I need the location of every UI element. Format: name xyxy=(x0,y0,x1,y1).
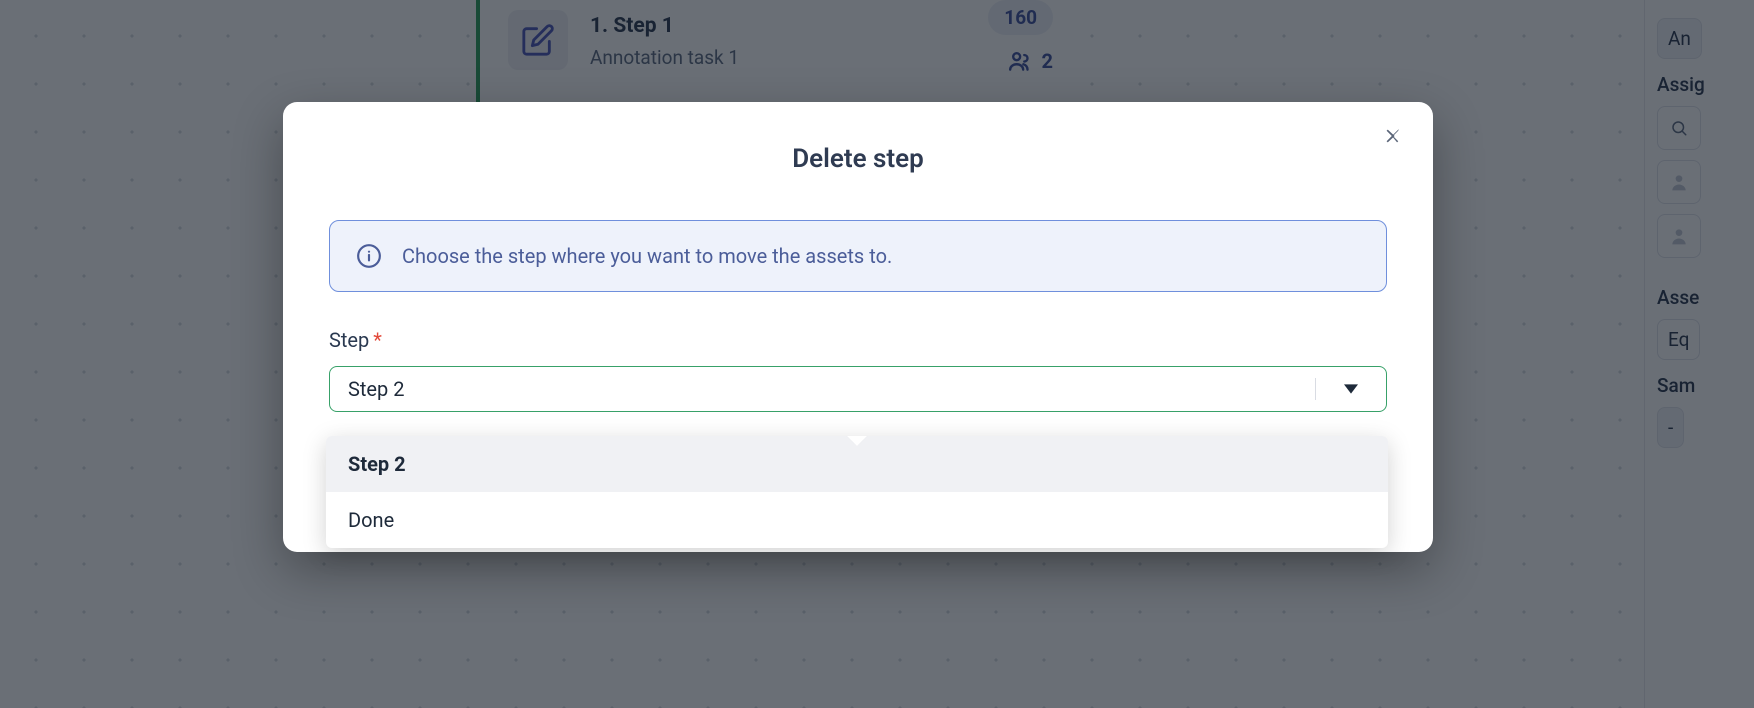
caret-down-icon xyxy=(1316,384,1386,394)
info-icon xyxy=(356,243,382,269)
close-button[interactable] xyxy=(1379,122,1407,150)
step-select[interactable]: Step 2 xyxy=(329,366,1387,412)
info-banner-text: Choose the step where you want to move t… xyxy=(402,244,892,268)
dropdown-option-done[interactable]: Done xyxy=(326,492,1388,548)
info-banner: Choose the step where you want to move t… xyxy=(329,220,1387,292)
close-icon xyxy=(1383,126,1403,146)
step-select-dropdown: Step 2 Done xyxy=(326,436,1388,548)
modal-title: Delete step xyxy=(329,144,1387,174)
step-select-value: Step 2 xyxy=(330,377,1315,401)
dropdown-option-step2[interactable]: Step 2 xyxy=(326,436,1388,492)
step-field-label: Step* xyxy=(329,328,1387,352)
